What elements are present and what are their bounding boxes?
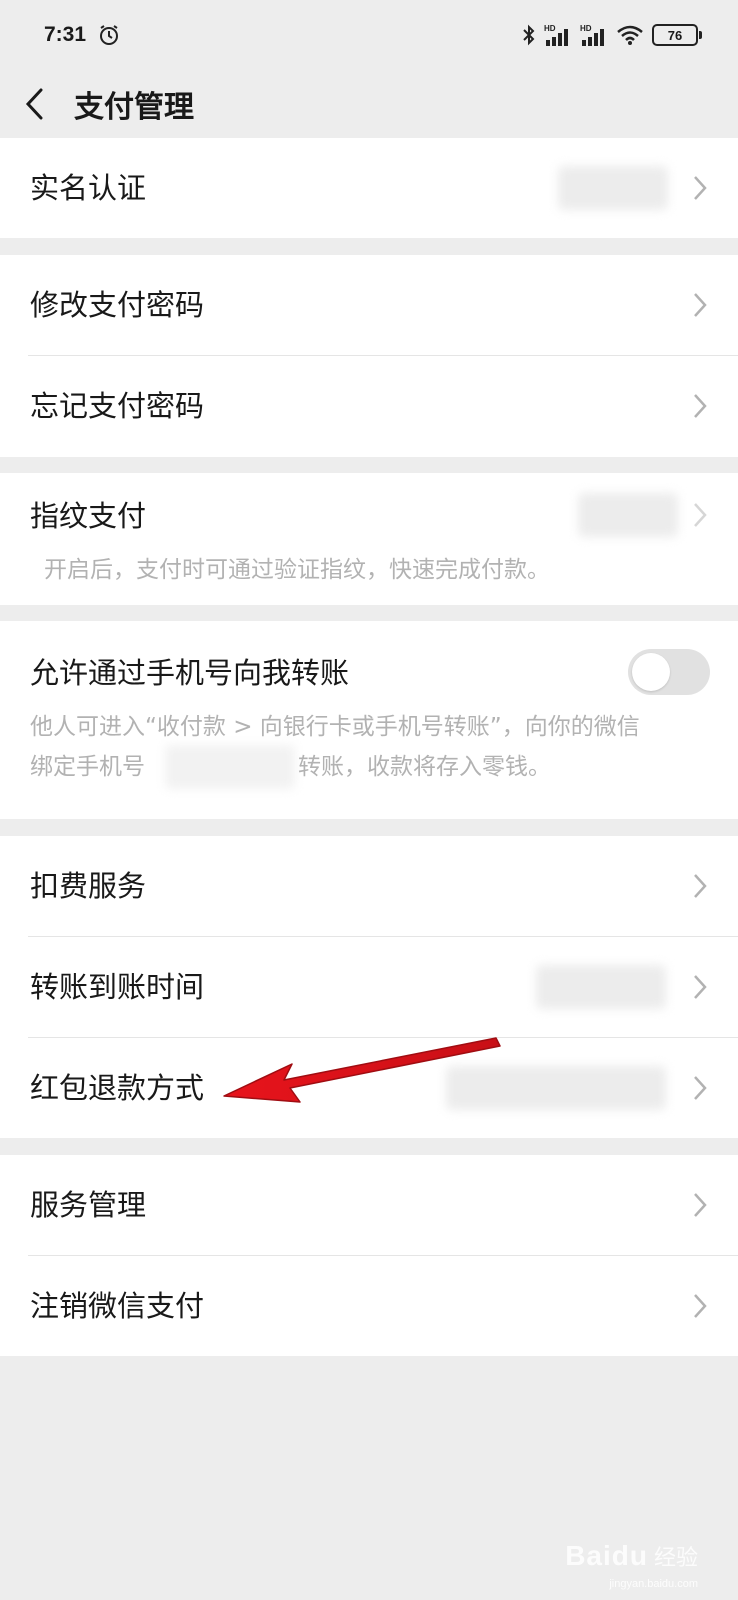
status-bar: 7:31 HD HD 76: [0, 0, 738, 70]
deduction-service-item[interactable]: 扣费服务: [0, 836, 738, 936]
hd-signal-icon: HD: [580, 24, 604, 46]
item-label: 服务管理: [30, 1188, 147, 1222]
svg-text:HD: HD: [544, 24, 556, 33]
status-time: 7:31: [44, 23, 87, 46]
chevron-right-icon: [694, 1294, 707, 1318]
toggle-knob: [632, 653, 670, 691]
watermark-brand: Baidu: [565, 1540, 648, 1571]
group-management: 服务管理 注销微信支付: [0, 1155, 738, 1356]
item-label: 忘记支付密码: [30, 389, 205, 423]
group-fingerprint: 指纹支付 开启后，支付时可通过验证指纹，快速完成付款。: [0, 473, 738, 605]
redacted-value: [558, 166, 668, 210]
forgot-password-item[interactable]: 忘记支付密码: [0, 356, 738, 457]
bluetooth-icon: [523, 24, 535, 46]
item-label: 允许通过手机号向我转账: [30, 656, 350, 690]
item-label: 扣费服务: [30, 869, 147, 903]
chevron-right-icon: [694, 394, 707, 418]
battery-icon: 76: [652, 24, 702, 46]
hd-signal-icon: HD: [544, 24, 568, 46]
page-title: 支付管理: [74, 90, 194, 125]
chevron-right-icon: [694, 1076, 707, 1100]
battery-level: 76: [667, 27, 683, 43]
service-management-item[interactable]: 服务管理: [0, 1155, 738, 1255]
chevron-left-icon: [25, 88, 43, 120]
back-button[interactable]: [24, 84, 52, 124]
item-label: 实名认证: [30, 171, 147, 205]
watermark-cn: 经验: [653, 1546, 698, 1571]
watermark-url: jingyan.baidu.com: [609, 1578, 698, 1590]
wifi-icon: [617, 25, 643, 45]
chevron-right-icon: [694, 1193, 707, 1217]
redacted-value: [578, 493, 678, 537]
phone-transfer-toggle[interactable]: [628, 649, 710, 695]
annotation-arrow: [223, 1037, 501, 1103]
redacted-value: [536, 965, 666, 1009]
item-description-line1: 他人可进入“收付款 > 向银行卡或手机号转账”，向你的微信: [30, 714, 640, 740]
group-real-name: 实名认证: [0, 138, 738, 238]
svg-text:HD: HD: [580, 24, 592, 33]
item-label: 注销微信支付: [30, 1289, 205, 1323]
cancel-wechat-pay-item[interactable]: 注销微信支付: [0, 1256, 738, 1356]
item-description: 开启后，支付时可通过验证指纹，快速完成付款。: [44, 557, 550, 583]
change-password-item[interactable]: 修改支付密码: [0, 255, 738, 355]
item-label: 转账到账时间: [30, 970, 205, 1004]
item-label: 红包退款方式: [30, 1071, 205, 1105]
chevron-right-icon: [694, 975, 707, 999]
alarm-icon: [100, 25, 119, 45]
item-label: 指纹支付: [30, 499, 147, 533]
item-description-line2-prefix: 绑定手机号: [30, 754, 145, 780]
item-description-line2-suffix: 转账，收款将存入零钱。: [298, 754, 551, 780]
fingerprint-item[interactable]: 指纹支付 开启后，支付时可通过验证指纹，快速完成付款。: [0, 473, 738, 605]
item-label: 修改支付密码: [30, 288, 205, 322]
chevron-right-icon: [694, 293, 707, 317]
phone-transfer-item: 允许通过手机号向我转账 他人可进入“收付款 > 向银行卡或手机号转账”，向你的微…: [0, 621, 738, 819]
real-name-item[interactable]: 实名认证: [0, 138, 738, 238]
nav-bar: 支付管理: [0, 70, 738, 138]
chevron-right-icon: [694, 874, 707, 898]
group-phone-transfer: 允许通过手机号向我转账 他人可进入“收付款 > 向银行卡或手机号转账”，向你的微…: [0, 621, 738, 819]
transfer-time-item[interactable]: 转账到账时间: [0, 937, 738, 1037]
baidu-watermark: Baidu 经验: [565, 1540, 698, 1572]
chevron-right-icon: [694, 503, 707, 527]
redacted-phone-number: [165, 745, 295, 789]
chevron-right-icon: [694, 176, 707, 200]
group-password: 修改支付密码 忘记支付密码: [0, 255, 738, 457]
